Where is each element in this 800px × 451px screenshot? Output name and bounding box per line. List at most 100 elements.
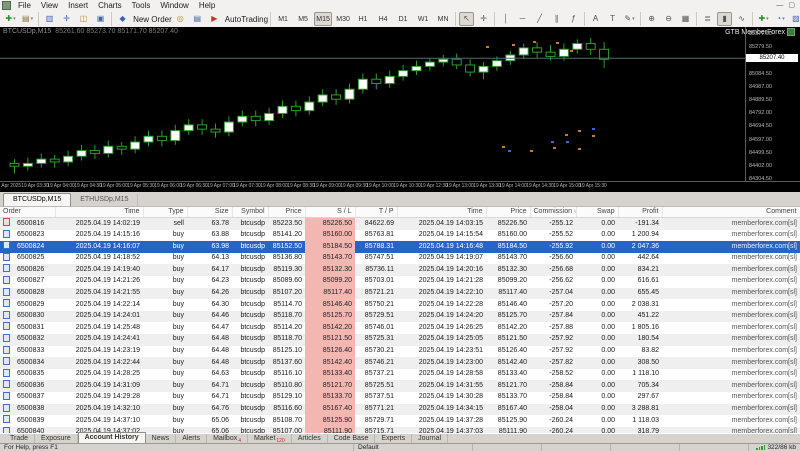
menu-insert[interactable]: Insert xyxy=(63,1,93,10)
metaeditor-button[interactable]: ◎ xyxy=(173,12,188,26)
chart-tab-ethusdp-m15[interactable]: ETHUSDp,M15 xyxy=(71,194,139,206)
history-row[interactable]: 6500829 2025.04.19 14:22:14 buy 64.30 btcusd… xyxy=(0,299,800,311)
history-row[interactable]: 6500824 2025.04.19 14:16:07 buy 63.98 btcusd… xyxy=(0,241,800,253)
column-header-sl[interactable]: S / L xyxy=(305,207,356,218)
column-header-type[interactable]: Type xyxy=(143,207,188,218)
column-header-time[interactable]: Time xyxy=(55,207,144,218)
tab-trade[interactable]: Trade xyxy=(4,434,36,443)
time-tick-label: 19 Apr 06:30 xyxy=(180,183,208,189)
menu-help[interactable]: Help xyxy=(194,1,220,10)
trade-marker-icon xyxy=(512,44,515,46)
candlestick-button[interactable]: ▮ xyxy=(717,12,733,26)
tab-mailbox[interactable]: Mailbox4 xyxy=(207,434,248,444)
market-watch-button[interactable]: ▥ xyxy=(42,12,57,26)
trendline-button[interactable]: ╱ xyxy=(532,12,547,26)
tab-experts[interactable]: Experts xyxy=(375,434,413,443)
column-header-price[interactable]: Price xyxy=(486,207,531,218)
minimize-button[interactable]: — xyxy=(776,2,783,9)
arrow-object-button[interactable]: T xyxy=(605,12,620,26)
chart-tab-btcusdp-m15[interactable]: BTCUSDp,M15 xyxy=(3,193,72,206)
history-row[interactable]: 6500828 2025.04.19 14:21:55 buy 64.26 btcusd… xyxy=(0,287,800,300)
tile-windows-button[interactable]: ▦ xyxy=(678,12,693,26)
column-header-swap[interactable]: Swap xyxy=(576,207,619,218)
history-row[interactable]: 6500839 2025.04.19 14:37:10 buy 65.06 btcusd… xyxy=(0,415,800,427)
history-row[interactable]: 6500823 2025.04.19 14:15:16 buy 63.88 btcusd… xyxy=(0,229,800,242)
text-button[interactable]: A xyxy=(588,12,603,26)
cell: 616.61 xyxy=(637,277,659,285)
history-row[interactable]: 6500834 2025.04.19 14:22:44 buy 64.48 btcusd… xyxy=(0,357,800,369)
comment-cell: memberforex.com[sl] xyxy=(731,358,797,366)
cursor-button[interactable]: ↖ xyxy=(459,12,475,26)
timeframe-d1[interactable]: D1 xyxy=(394,12,412,26)
zoom-in-button[interactable]: ⊕ xyxy=(644,12,659,26)
vertical-line-button[interactable]: │ xyxy=(498,12,513,26)
restore-button[interactable]: ▢ xyxy=(788,2,795,9)
history-row[interactable]: 6500833 2025.04.19 14:23:19 buy 64.48 btcusd… xyxy=(0,345,800,358)
chart-canvas[interactable] xyxy=(0,27,745,181)
tab-news[interactable]: News xyxy=(146,434,177,443)
cell: 85117.40 xyxy=(305,287,355,300)
channel-button[interactable]: ∥ xyxy=(549,12,564,26)
tab-articles[interactable]: Articles xyxy=(292,434,328,443)
autotrading-button[interactable]: ▶ xyxy=(207,12,222,26)
history-row[interactable]: 6500835 2025.04.19 14:28:25 buy 64.63 btcusd… xyxy=(0,368,800,381)
print-button[interactable]: ▤ xyxy=(190,12,205,26)
tab-alerts[interactable]: Alerts xyxy=(176,434,208,443)
history-row[interactable]: 6500816 2025.04.19 14:02:19 sell 63.78 btcus… xyxy=(0,217,800,230)
crosshair-button[interactable]: ✛ xyxy=(476,12,491,26)
timeframe-m1[interactable]: M1 xyxy=(274,12,292,26)
mt4-window: File View Insert Charts Tools Window Help — ▢ … xyxy=(0,0,800,451)
tab-code-base[interactable]: Code Base xyxy=(328,434,376,443)
new-order-button[interactable]: ◆ xyxy=(115,12,130,26)
history-row[interactable]: 6500837 2025.04.19 14:29:28 buy 64.71 btcusd… xyxy=(0,391,800,404)
history-row[interactable]: 6500830 2025.04.19 14:24:01 buy 64.46 btcusd… xyxy=(0,310,800,323)
templates-button[interactable]: ▨▾ xyxy=(790,12,800,26)
bar-chart-button[interactable]: ≣ xyxy=(700,12,715,26)
timeframe-m5[interactable]: M5 xyxy=(294,12,312,26)
data-window-button[interactable]: ✛ xyxy=(59,12,74,26)
tab-account-history[interactable]: Account History xyxy=(77,432,146,443)
history-row[interactable]: 6500831 2025.04.19 14:25:48 buy 64.47 btcusd… xyxy=(0,322,800,334)
timeframe-mn[interactable]: MN xyxy=(434,12,452,26)
column-header-profit[interactable]: Profit xyxy=(618,207,663,218)
column-header-time[interactable]: Time xyxy=(397,207,487,218)
column-header-symbol[interactable]: Symbol xyxy=(232,207,269,218)
timeframe-w1[interactable]: W1 xyxy=(414,12,432,26)
tab-market[interactable]: Market120 xyxy=(248,434,292,444)
fibonacci-button[interactable]: ƒ xyxy=(566,12,581,26)
terminal-button[interactable]: ▣ xyxy=(93,12,108,26)
timeframe-m15[interactable]: M15 xyxy=(314,12,333,26)
menu-tools[interactable]: Tools xyxy=(127,1,156,10)
periods-button[interactable]: ◔ ▾ xyxy=(773,12,788,26)
shapes-button[interactable]: ✎ ▾ xyxy=(622,12,637,26)
column-header-tp[interactable]: T / P xyxy=(355,207,398,218)
history-row[interactable]: 6500832 2025.04.19 14:24:41 buy 64.48 btcusd… xyxy=(0,333,800,346)
indicators-button[interactable]: ✚ ▾ xyxy=(756,12,771,26)
history-row[interactable]: 6500836 2025.04.19 14:31:09 buy 64.71 btcusd… xyxy=(0,380,800,392)
column-header-order[interactable]: Order xyxy=(0,207,56,218)
line-chart-button[interactable]: ∿ xyxy=(734,12,749,26)
column-header-price[interactable]: Price xyxy=(268,207,306,218)
horizontal-line-button[interactable]: ─ xyxy=(515,12,530,26)
timeframe-h1[interactable]: H1 xyxy=(354,12,372,26)
column-header-size[interactable]: Size xyxy=(187,207,233,218)
history-row[interactable]: 6500827 2025.04.19 14:21:26 buy 64.23 btcusd… xyxy=(0,275,800,288)
profiles-button[interactable]: ▤ ▾ xyxy=(20,12,35,26)
menu-view[interactable]: View xyxy=(36,1,63,10)
menu-window[interactable]: Window xyxy=(155,1,193,10)
column-header-comment[interactable]: Comment xyxy=(662,207,800,218)
tab-exposure[interactable]: Exposure xyxy=(35,434,78,443)
new-chart-button[interactable]: ✚ ▾ xyxy=(3,12,18,26)
menu-file[interactable]: File xyxy=(13,1,36,10)
timeframe-m30[interactable]: M30 xyxy=(334,12,352,26)
column-header-commission[interactable]: Commission▿ xyxy=(530,207,577,218)
timeframe-h4[interactable]: H4 xyxy=(374,12,392,26)
navigator-button[interactable]: ◫ xyxy=(76,12,91,26)
history-row[interactable]: 6500826 2025.04.19 14:19:40 buy 64.17 btcusd… xyxy=(0,264,800,276)
history-row[interactable]: 6500838 2025.04.19 14:32:10 buy 64.76 btcusd… xyxy=(0,403,800,416)
zoom-out-button[interactable]: ⊖ xyxy=(661,12,676,26)
order-icon-cell xyxy=(0,403,14,416)
tab-journal[interactable]: Journal xyxy=(412,434,449,443)
menu-charts[interactable]: Charts xyxy=(93,1,127,10)
history-row[interactable]: 6500825 2025.04.19 14:18:52 buy 64.13 btcusd… xyxy=(0,252,800,265)
